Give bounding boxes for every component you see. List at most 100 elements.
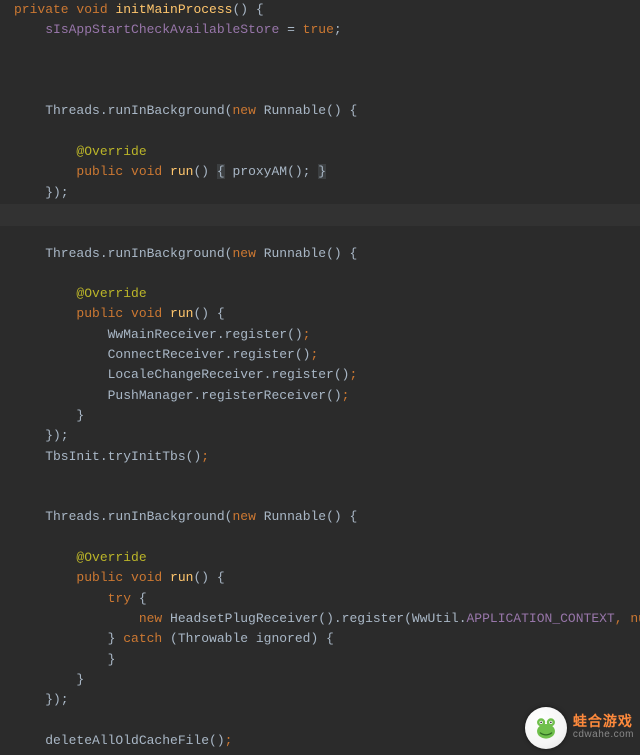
code-line[interactable]: new HeadsetPlugReceiver().register(WwUti… bbox=[14, 609, 640, 629]
code-token: () bbox=[287, 327, 303, 342]
code-line[interactable]: }); bbox=[14, 426, 640, 446]
code-token: (Throwable ignored) { bbox=[170, 631, 334, 646]
code-line[interactable]: }); bbox=[14, 183, 640, 203]
code-token: ; bbox=[342, 388, 350, 403]
code-token: } bbox=[14, 631, 123, 646]
code-token: () { bbox=[193, 306, 224, 321]
code-token: register bbox=[232, 347, 294, 362]
code-line[interactable] bbox=[14, 61, 640, 81]
code-line[interactable]: } bbox=[14, 670, 640, 690]
code-token: PushManager. bbox=[14, 388, 201, 403]
code-line[interactable] bbox=[14, 81, 640, 101]
code-token: tryInitTbs bbox=[108, 449, 186, 464]
code-token: catch bbox=[123, 631, 170, 646]
code-token: deleteAllOldCacheFile() bbox=[14, 733, 225, 748]
code-token bbox=[14, 144, 76, 159]
code-line[interactable]: Threads.runInBackground(new Runnable() { bbox=[14, 101, 640, 121]
code-line[interactable]: TbsInit.tryInitTbs(); bbox=[14, 447, 640, 467]
code-token: Runnable() { bbox=[264, 103, 358, 118]
code-token: } bbox=[14, 652, 115, 667]
code-token: HeadsetPlugReceiver().register(WwUtil. bbox=[170, 611, 466, 626]
code-token: new bbox=[232, 246, 263, 261]
code-line[interactable]: @Override bbox=[14, 548, 640, 568]
code-token: Runnable() { bbox=[264, 246, 358, 261]
code-line[interactable]: sIsAppStartCheckAvailableStore = true; bbox=[14, 20, 640, 40]
code-token: () { bbox=[193, 570, 224, 585]
code-token: }); bbox=[14, 692, 69, 707]
code-line[interactable] bbox=[14, 467, 640, 487]
code-token: () bbox=[193, 164, 216, 179]
code-token: () bbox=[334, 367, 350, 382]
code-token: new bbox=[232, 103, 263, 118]
code-line[interactable] bbox=[14, 122, 640, 142]
code-token: ; bbox=[310, 347, 318, 362]
code-line[interactable]: LocaleChangeReceiver.register(); bbox=[14, 365, 640, 385]
code-token: null bbox=[630, 611, 640, 626]
code-line[interactable]: } catch (Throwable ignored) { bbox=[14, 629, 640, 649]
code-token: runInBackground bbox=[108, 103, 225, 118]
code-token: { bbox=[217, 164, 225, 179]
code-token: ; bbox=[225, 733, 233, 748]
code-token: @Override bbox=[76, 550, 146, 565]
code-token: LocaleChangeReceiver. bbox=[14, 367, 271, 382]
code-token: , bbox=[615, 611, 631, 626]
watermark-url: cdwahe.com bbox=[573, 728, 634, 742]
code-token: run bbox=[170, 306, 193, 321]
code-line[interactable] bbox=[14, 528, 640, 548]
code-token: void bbox=[131, 306, 170, 321]
code-token: } bbox=[14, 408, 84, 423]
code-line[interactable]: try { bbox=[14, 589, 640, 609]
code-line[interactable]: Threads.runInBackground(new Runnable() { bbox=[14, 507, 640, 527]
code-line[interactable]: @Override bbox=[14, 142, 640, 162]
code-line[interactable] bbox=[14, 223, 640, 243]
code-token: } bbox=[14, 672, 84, 687]
code-token: TbsInit. bbox=[14, 449, 108, 464]
code-line[interactable]: WwMainReceiver.register(); bbox=[14, 325, 640, 345]
code-token: proxyAM(); bbox=[225, 164, 319, 179]
code-token bbox=[14, 164, 76, 179]
code-token: APPLICATION_CONTEXT bbox=[467, 611, 615, 626]
code-token: @Override bbox=[76, 144, 146, 159]
code-token: run bbox=[170, 164, 193, 179]
watermark-frog-icon bbox=[525, 707, 567, 749]
code-line[interactable]: public void run() { bbox=[14, 304, 640, 324]
code-line[interactable]: public void run() { proxyAM(); } bbox=[14, 162, 640, 182]
code-token: = bbox=[279, 22, 302, 37]
code-token: ConnectReceiver. bbox=[14, 347, 232, 362]
code-token bbox=[14, 611, 139, 626]
code-token: new bbox=[232, 509, 263, 524]
code-token: try bbox=[108, 591, 139, 606]
code-token: { bbox=[139, 591, 147, 606]
code-token: void bbox=[76, 2, 115, 17]
code-line[interactable]: @Override bbox=[14, 284, 640, 304]
code-token: Threads. bbox=[14, 103, 108, 118]
code-line[interactable]: ConnectReceiver.register(); bbox=[14, 345, 640, 365]
code-token: ; bbox=[201, 449, 209, 464]
code-line[interactable]: public void run() { bbox=[14, 568, 640, 588]
code-line[interactable] bbox=[14, 203, 640, 223]
code-token: initMainProcess bbox=[115, 2, 232, 17]
code-token: Threads. bbox=[14, 509, 108, 524]
code-line[interactable] bbox=[14, 264, 640, 284]
code-token: void bbox=[131, 570, 170, 585]
code-token: }); bbox=[14, 428, 69, 443]
code-line[interactable]: PushManager.registerReceiver(); bbox=[14, 386, 640, 406]
code-token: runInBackground bbox=[108, 246, 225, 261]
code-line[interactable]: Threads.runInBackground(new Runnable() { bbox=[14, 244, 640, 264]
code-token: runInBackground bbox=[108, 509, 225, 524]
code-token: }); bbox=[14, 185, 69, 200]
code-line[interactable]: } bbox=[14, 406, 640, 426]
code-editor-content[interactable]: private void initMainProcess() { sIsAppS… bbox=[0, 0, 640, 751]
watermark-title: 蛙合游戏 bbox=[573, 714, 634, 728]
code-token: public bbox=[76, 306, 131, 321]
code-token bbox=[14, 286, 76, 301]
code-line[interactable] bbox=[14, 41, 640, 61]
watermark: 蛙合游戏 cdwahe.com bbox=[525, 707, 634, 749]
code-line[interactable] bbox=[14, 487, 640, 507]
code-token: ; bbox=[334, 22, 342, 37]
code-token: sIsAppStartCheckAvailableStore bbox=[45, 22, 279, 37]
code-line[interactable]: private void initMainProcess() { bbox=[14, 0, 640, 20]
code-token bbox=[14, 306, 76, 321]
code-line[interactable]: } bbox=[14, 650, 640, 670]
code-token: new bbox=[139, 611, 170, 626]
